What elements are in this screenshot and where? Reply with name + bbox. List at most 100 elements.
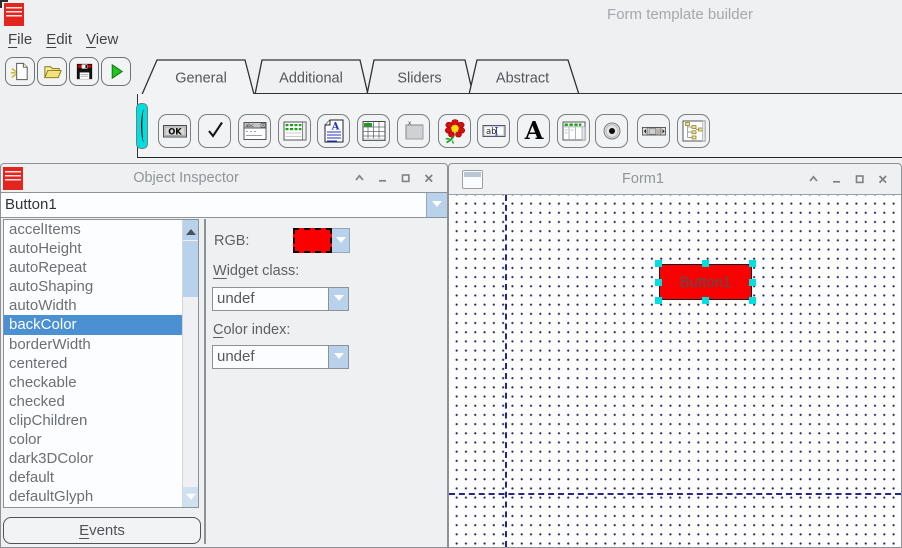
property-row-backColor[interactable]: backColor [4, 315, 198, 334]
property-row-checked[interactable]: checked [4, 392, 198, 411]
palette-image-button[interactable] [438, 114, 471, 148]
palette-stringgrid-button[interactable] [357, 114, 390, 148]
palette-label-button[interactable]: A [517, 114, 550, 148]
selection-handle[interactable] [749, 297, 756, 304]
window-controls [349, 172, 447, 184]
svg-text:A: A [523, 118, 543, 144]
property-row-color[interactable]: color [4, 430, 198, 449]
component-palette: OK abc Ax ab A [137, 94, 902, 158]
run-button[interactable] [101, 57, 131, 86]
property-row-borderWidth[interactable]: borderWidth [4, 335, 198, 354]
property-row-default[interactable]: default [4, 468, 198, 487]
image-icon [442, 118, 468, 144]
menu-bar: File Edit View [8, 31, 118, 48]
menu-edit[interactable]: Edit [46, 31, 72, 48]
property-row-autoHeight[interactable]: autoHeight [4, 239, 198, 258]
selection-handle[interactable] [655, 297, 662, 304]
palette-panel-button[interactable]: x [397, 114, 430, 148]
palette-grid-button[interactable] [278, 114, 311, 148]
palette-handle-button[interactable] [136, 103, 148, 149]
inspector-splitter[interactable] [204, 219, 206, 544]
widget-class-value: undef [213, 288, 328, 310]
palette-memo-button[interactable]: A [317, 114, 350, 148]
maximize-icon[interactable] [853, 173, 866, 185]
palette-combobox-button[interactable]: abc [238, 114, 271, 148]
widget-class-combobox[interactable]: undef [212, 287, 349, 311]
palette-scrollbar-button[interactable] [637, 114, 670, 148]
selection-handle[interactable] [749, 279, 756, 286]
property-row-autoShaping[interactable]: autoShaping [4, 277, 198, 296]
property-row-dark3DColor[interactable]: dark3DColor [4, 449, 198, 468]
object-inspector-titlebar[interactable]: Object Inspector [1, 164, 447, 192]
object-selector-combobox[interactable]: Button1 [1, 192, 447, 218]
selection-handle[interactable] [702, 297, 709, 304]
property-row-accelItems[interactable]: accelItems [4, 220, 198, 239]
chevron-down-icon[interactable] [328, 346, 348, 368]
treeview-icon [681, 118, 707, 144]
selection-handle[interactable] [702, 260, 709, 267]
widget-class-label: Widget class: [213, 263, 299, 279]
rgb-color-swatch[interactable] [293, 228, 332, 253]
property-row-defaultGlyph[interactable]: defaultGlyph [4, 487, 198, 506]
object-inspector-window: Object Inspector Button1 accelItemsautoH… [0, 163, 448, 548]
palette-edit-button[interactable]: ab [477, 114, 510, 148]
scrollbar-thumb[interactable] [183, 241, 198, 297]
selection-handle[interactable] [655, 279, 662, 286]
menu-view[interactable]: View [86, 31, 118, 48]
palette-ok-button-button[interactable]: OK [158, 114, 191, 148]
menu-file[interactable]: File [8, 31, 32, 48]
shade-icon[interactable] [807, 173, 820, 185]
checkbox-icon [202, 118, 228, 144]
handle-icon [138, 106, 147, 146]
shade-icon[interactable] [353, 172, 366, 184]
maximize-icon[interactable] [399, 172, 412, 184]
save-button[interactable] [69, 57, 99, 86]
chevron-down-icon[interactable] [426, 193, 447, 217]
form-title: Form1 [483, 171, 803, 187]
selected-object-name: Button1 [1, 193, 426, 217]
tab-label: Abstract [496, 71, 549, 87]
events-button[interactable]: Events [3, 517, 201, 544]
form-button1[interactable]: Button1 [659, 264, 752, 300]
new-file-icon [10, 61, 31, 82]
tab-abstract[interactable]: Abstract [469, 60, 579, 95]
open-folder-button[interactable] [37, 57, 67, 86]
tab-sliders[interactable]: Sliders [367, 60, 473, 95]
tab-general[interactable]: General [142, 60, 254, 95]
chevron-down-icon[interactable] [328, 288, 348, 310]
memo-icon: A [321, 118, 347, 144]
property-row-autoRepeat[interactable]: autoRepeat [4, 258, 198, 277]
palette-listview-button[interactable] [557, 114, 590, 148]
new-file-button[interactable] [5, 57, 35, 86]
color-index-value: undef [213, 346, 328, 368]
property-list: accelItemsautoHeightautoRepeatautoShapin… [3, 219, 199, 508]
tab-additional[interactable]: Additional [255, 60, 368, 95]
selection-handle[interactable] [655, 260, 662, 267]
combobox-icon: abc [242, 118, 268, 144]
chevron-down-icon[interactable] [332, 228, 350, 253]
palette-treeview-button[interactable] [677, 114, 710, 148]
object-inspector-title: Object Inspector [23, 170, 349, 186]
form-design-canvas[interactable]: Button1 [449, 194, 901, 547]
label-icon: A [521, 118, 547, 144]
palette-radiobutton-button[interactable] [595, 114, 628, 148]
window-controls [803, 173, 901, 185]
property-row-autoWidth[interactable]: autoWidth [4, 296, 198, 315]
form-window-icon [462, 170, 483, 189]
palette-checkbox-button[interactable] [198, 114, 231, 148]
property-row-centered[interactable]: centered [4, 354, 198, 373]
color-index-label: Color index: [213, 322, 290, 338]
minimize-icon[interactable] [830, 173, 843, 185]
color-index-combobox[interactable]: undef [212, 345, 349, 369]
selection-handle[interactable] [749, 260, 756, 267]
scroll-up-icon[interactable] [183, 220, 198, 240]
minimize-icon[interactable] [376, 172, 389, 184]
property-list-scrollbar[interactable] [182, 220, 198, 507]
scroll-down-icon[interactable] [183, 487, 198, 507]
property-row-checkable[interactable]: checkable [4, 373, 198, 392]
close-icon[interactable] [422, 172, 435, 184]
main-window-title: Form template builder [540, 6, 820, 23]
property-row-clipChildren[interactable]: clipChildren [4, 411, 198, 430]
form-titlebar[interactable]: Form1 [449, 164, 901, 194]
close-icon[interactable] [876, 173, 889, 185]
